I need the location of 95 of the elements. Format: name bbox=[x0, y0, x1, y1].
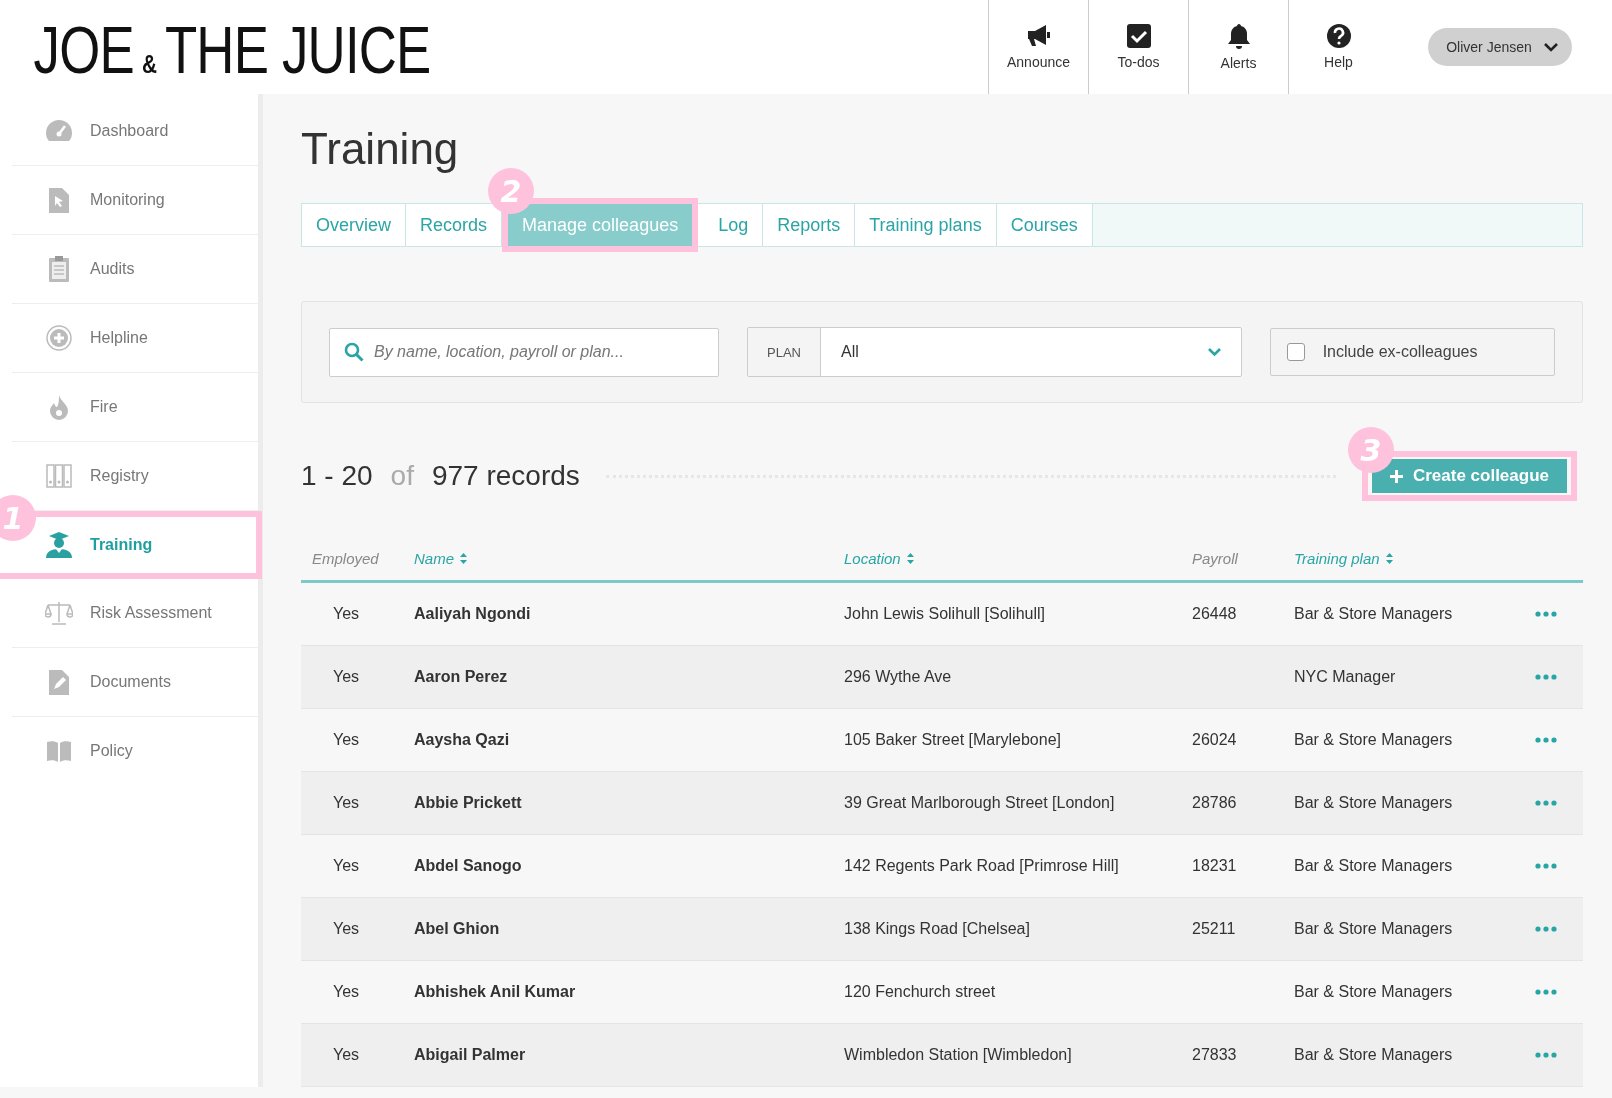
plus-circle-icon bbox=[46, 325, 72, 351]
record-total: 977 records bbox=[431, 460, 580, 492]
table-cell-text: 18231 bbox=[1191, 857, 1238, 875]
sidebar-item[interactable]: Monitoring bbox=[12, 166, 258, 235]
clipboard-icon bbox=[49, 256, 69, 282]
table-cell-text: 28786 bbox=[1191, 794, 1238, 812]
table-cell-text: 39 Great Marlborough Street [London] bbox=[843, 794, 1116, 812]
annotation-number: 1 bbox=[0, 495, 36, 541]
sidebar-item[interactable]: Helpline bbox=[12, 304, 258, 373]
sort-icon bbox=[1385, 552, 1393, 564]
more-icon[interactable] bbox=[1535, 800, 1557, 806]
table-cell-text: 26448 bbox=[1191, 605, 1238, 623]
record-range: 1 - 20 bbox=[301, 460, 373, 492]
table-cell-text: Bar & Store Managers bbox=[1293, 731, 1454, 749]
logo-text: JOE bbox=[33, 12, 134, 88]
plan-dropdown[interactable]: PLAN All bbox=[747, 327, 1242, 377]
sort-icon bbox=[906, 552, 914, 564]
sidebar-item[interactable]: Audits bbox=[12, 235, 258, 304]
page-title: Training bbox=[301, 124, 460, 174]
flame-icon bbox=[50, 394, 68, 420]
table-cell-text: John Lewis Solihull [Solihull] bbox=[843, 605, 1046, 623]
more-icon[interactable] bbox=[1535, 674, 1557, 680]
book-icon bbox=[46, 740, 72, 762]
checkbox-icon bbox=[1126, 24, 1151, 48]
table-cell-text: Bar & Store Managers bbox=[1293, 605, 1454, 623]
logo-ampersand: & bbox=[141, 49, 157, 80]
help-icon bbox=[1326, 24, 1351, 48]
search-field[interactable]: By name, location, payroll or plan... bbox=[329, 327, 719, 377]
table-cell-text: Abhishek Anil Kumar bbox=[413, 983, 577, 1001]
more-icon[interactable] bbox=[1535, 926, 1557, 932]
megaphone-icon bbox=[1025, 24, 1052, 48]
column-header[interactable]: Name bbox=[403, 549, 833, 567]
more-icon[interactable] bbox=[1535, 863, 1557, 869]
table-cell-text: 138 Kings Road [Chelsea] bbox=[843, 920, 1031, 938]
table-cell-text: Yes bbox=[332, 1046, 361, 1064]
table-cell-text: Yes bbox=[332, 794, 361, 812]
graduate-icon bbox=[45, 532, 73, 558]
table-cell-text: Bar & Store Managers bbox=[1293, 857, 1454, 875]
chevron-down-icon bbox=[1207, 347, 1221, 357]
table-cell-text: 120 Fenchurch street bbox=[843, 983, 997, 1001]
column-header: Employed bbox=[311, 549, 380, 567]
gauge-icon bbox=[45, 119, 73, 143]
table-cell-text: Yes bbox=[332, 920, 361, 938]
table-cell-text: Yes bbox=[332, 605, 361, 623]
more-icon[interactable] bbox=[1535, 737, 1557, 743]
annotation-number: 3 bbox=[1347, 427, 1394, 473]
table-cell-text: 142 Regents Park Road [Primrose Hill] bbox=[843, 857, 1120, 875]
checkbox-label: Include ex-colleagues bbox=[1322, 343, 1478, 361]
table-cell-text: 27833 bbox=[1191, 1046, 1238, 1064]
document-pencil-icon bbox=[49, 669, 69, 695]
table-cell-text: Yes bbox=[332, 731, 361, 749]
table-cell-text: Aaysha Qazi bbox=[413, 731, 511, 749]
table-cell-text: NYC Manager bbox=[1293, 668, 1397, 686]
binders-icon bbox=[46, 464, 72, 488]
plus-icon bbox=[1389, 469, 1403, 483]
more-icon[interactable] bbox=[1535, 611, 1557, 617]
table-cell-text: Abel Ghion bbox=[413, 920, 501, 938]
table-cell-text: Wimbledon Station [Wimbledon] bbox=[843, 1046, 1073, 1064]
sidebar-item[interactable]: Policy bbox=[12, 717, 258, 785]
more-icon[interactable] bbox=[1535, 1052, 1557, 1058]
chevron-down-icon bbox=[1543, 42, 1558, 52]
sort-icon bbox=[460, 552, 467, 564]
column-header: Payroll bbox=[1191, 549, 1239, 567]
table-cell-text: Yes bbox=[332, 668, 361, 686]
table-cell-text: 105 Baker Street [Marylebone] bbox=[843, 731, 1062, 749]
table-cell-text: Bar & Store Managers bbox=[1293, 920, 1454, 938]
sidebar-item[interactable]: Fire bbox=[12, 373, 258, 442]
document-cursor-icon bbox=[49, 187, 69, 213]
of-label: of bbox=[390, 460, 414, 492]
more-icon[interactable] bbox=[1535, 989, 1557, 995]
column-header[interactable]: Training plan bbox=[1283, 549, 1513, 567]
checkbox[interactable] bbox=[1286, 343, 1305, 361]
bell-icon bbox=[1226, 23, 1251, 49]
table-cell-text: Abigail Palmer bbox=[413, 1046, 527, 1064]
table-cell-text: Abbie Prickett bbox=[413, 794, 523, 812]
table-cell-text: 26024 bbox=[1191, 731, 1238, 749]
table-cell-text: Bar & Store Managers bbox=[1293, 794, 1454, 812]
sidebar-item[interactable]: Risk Assessment bbox=[12, 579, 258, 648]
scales-icon bbox=[45, 601, 73, 625]
table-cell-text: Bar & Store Managers bbox=[1293, 983, 1454, 1001]
column-header[interactable]: Location bbox=[833, 549, 1181, 567]
table-cell-text: 296 Wythe Ave bbox=[843, 668, 953, 686]
table-cell-text: Abdel Sanogo bbox=[413, 857, 523, 875]
create-colleague-button[interactable]: Create colleague bbox=[1371, 459, 1567, 493]
table-cell-text: Yes bbox=[332, 857, 361, 875]
logo-text: THE JUICE bbox=[164, 12, 431, 88]
annotation-number: 2 bbox=[488, 168, 535, 214]
table-cell-text: Aaron Perez bbox=[413, 668, 509, 686]
table-cell-text: 25211 bbox=[1191, 920, 1237, 938]
sidebar-item[interactable]: Dashboard bbox=[12, 97, 258, 166]
user-menu-button[interactable]: Oliver Jensen bbox=[1428, 28, 1572, 66]
sidebar-item[interactable]: Documents bbox=[12, 648, 258, 717]
table-cell-text: Aaliyah Ngondi bbox=[413, 605, 532, 623]
table-cell-text: Yes bbox=[332, 983, 361, 1001]
table-cell-text: Bar & Store Managers bbox=[1293, 1046, 1454, 1064]
